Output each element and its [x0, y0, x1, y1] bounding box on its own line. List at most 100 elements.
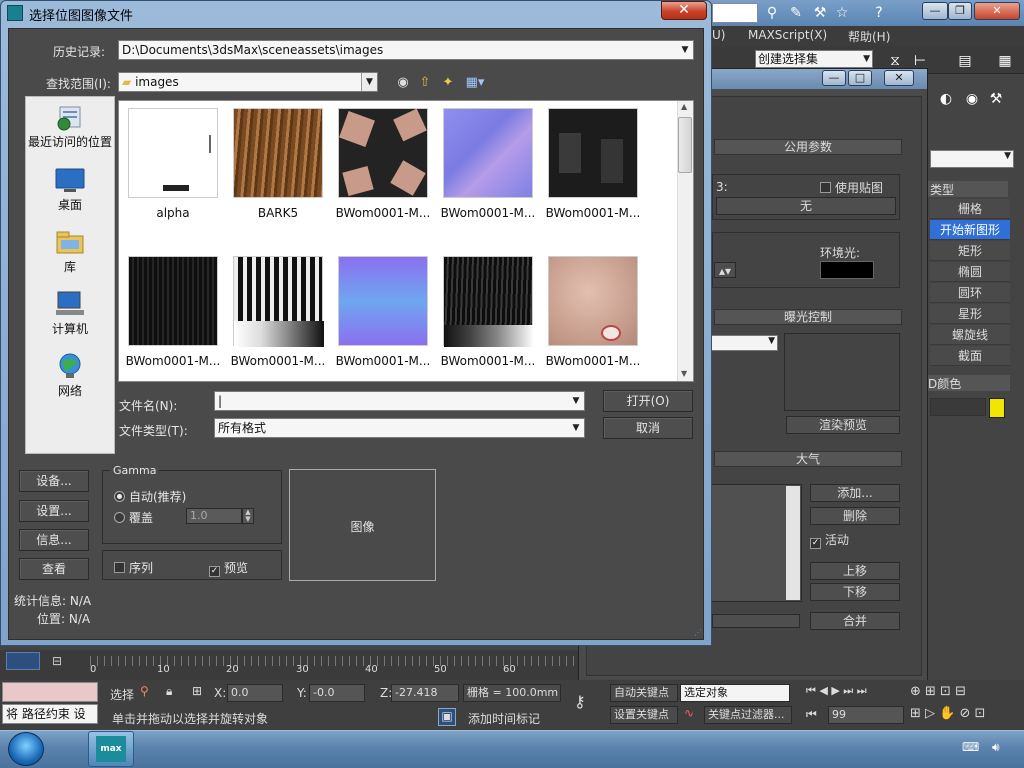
cmd-item-grid[interactable]: 栅格: [930, 199, 1010, 219]
cmd-item-ellipse[interactable]: 椭圆: [930, 262, 1010, 282]
layer-manager-icon[interactable]: ▤: [955, 52, 975, 70]
file-thumbnail[interactable]: [128, 108, 218, 198]
exposure-type-dropdown[interactable]: ▼: [710, 335, 778, 351]
atmosphere-merge-button[interactable]: 合并: [810, 612, 900, 630]
set-key-button[interactable]: 设置关键点: [610, 706, 678, 724]
resize-grip-icon[interactable]: ⋰: [694, 628, 704, 638]
common-params-rollout[interactable]: 公用参数: [714, 139, 902, 155]
max-restore-button[interactable]: ❐: [948, 2, 972, 20]
file-thumbnail[interactable]: [338, 256, 428, 346]
keyboard-icon[interactable]: ⌨: [962, 740, 979, 754]
lock-icon[interactable]: 🔒︎: [166, 684, 172, 699]
viewport-layout-icon[interactable]: [6, 652, 40, 670]
file-name-label[interactable]: BWom0001-M...: [541, 206, 645, 220]
place-recent[interactable]: 最近访问的位置: [25, 103, 115, 150]
menu-item-help[interactable]: 帮助(H): [848, 28, 890, 45]
z-coord-field[interactable]: -27.418: [391, 684, 459, 702]
key-icon[interactable]: ⚷: [574, 692, 586, 711]
key-filters-button[interactable]: 关键点过滤器...: [704, 706, 792, 724]
spinner-icon[interactable]: ▲ ▼: [242, 508, 254, 524]
atmosphere-move-down-button[interactable]: 下移: [810, 583, 900, 601]
object-name-field[interactable]: [930, 398, 986, 416]
new-folder-icon[interactable]: ✦: [439, 74, 457, 92]
cmd-item-start-new-shape[interactable]: 开始新图形: [930, 220, 1010, 240]
file-name-label[interactable]: BWom0001-M...: [541, 354, 645, 368]
playback-controls[interactable]: ⏮ ◀ ▶ ⏭ ⏭: [806, 684, 867, 698]
view-menu-icon[interactable]: ▦▾: [462, 74, 488, 92]
communication-icon[interactable]: ⚒: [810, 4, 830, 22]
file-list-scroll-thumb[interactable]: [678, 117, 692, 173]
environment-map-button[interactable]: 无: [716, 197, 896, 215]
auto-key-button[interactable]: 自动关键点: [610, 684, 678, 702]
env-minimize-button[interactable]: —: [822, 70, 846, 86]
gamma-auto-radio[interactable]: 自动(推荐): [114, 488, 186, 505]
env-close-button[interactable]: ✕: [884, 70, 914, 86]
display-icon[interactable]: ◐: [936, 90, 956, 108]
cmd-item-helix[interactable]: 螺旋线: [930, 325, 1010, 345]
tint-spinner[interactable]: ▴▾: [714, 262, 736, 278]
time-tag-icon[interactable]: ▣: [438, 708, 456, 726]
history-dropdown[interactable]: D:\Documents\3dsMax\sceneassets\images ▼: [118, 40, 694, 60]
file-thumbnail[interactable]: [128, 256, 218, 346]
max-search-input[interactable]: [712, 3, 758, 23]
atmosphere-name-field[interactable]: [712, 614, 800, 628]
graphite-icon[interactable]: ▦: [995, 52, 1015, 70]
maxscript-listener-mini[interactable]: [2, 682, 98, 702]
help-icon[interactable]: ?: [866, 4, 892, 22]
object-type-rollout-header[interactable]: 类型: [926, 181, 1008, 197]
file-thumbnail[interactable]: [233, 108, 323, 198]
sequence-checkbox[interactable]: 序列: [114, 559, 153, 576]
mini-curve-editor-icon[interactable]: ⊟: [52, 654, 72, 670]
exposure-control-rollout[interactable]: 曝光控制: [714, 309, 902, 325]
file-name-label[interactable]: alpha: [121, 206, 225, 220]
render-preview-button[interactable]: 渲染预览: [786, 416, 900, 434]
place-desktop[interactable]: 桌面: [25, 166, 115, 213]
cmd-item-donut[interactable]: 圆环: [930, 283, 1010, 303]
up-folder-icon[interactable]: ⇧: [416, 74, 434, 92]
place-libraries[interactable]: 库: [25, 228, 115, 275]
file-thumbnail[interactable]: [443, 108, 533, 198]
filename-input[interactable]: | ▼: [214, 391, 585, 411]
viewport-nav-controls[interactable]: ⊕ ⊞ ⊡ ⊟: [910, 684, 966, 699]
atmosphere-add-button[interactable]: 添加...: [810, 484, 900, 502]
add-time-tag-button[interactable]: 添加时间标记: [468, 710, 540, 727]
atmosphere-delete-button[interactable]: 删除: [810, 507, 900, 525]
file-name-label[interactable]: BWom0001-M...: [436, 354, 540, 368]
file-thumbnail[interactable]: [233, 256, 324, 347]
star-icon[interactable]: ☆: [832, 4, 852, 22]
ambient-color-swatch[interactable]: [820, 261, 874, 279]
file-name-label[interactable]: BWom0001-M...: [331, 206, 435, 220]
object-category-dropdown[interactable]: ▼: [930, 150, 1014, 168]
motion-icon[interactable]: ◉: [962, 90, 982, 108]
file-name-label[interactable]: BWom0001-M...: [436, 206, 540, 220]
file-thumbnail[interactable]: [548, 108, 638, 198]
devices-button[interactable]: 设备...: [19, 470, 89, 492]
file-name-label[interactable]: BWom0001-M...: [331, 354, 435, 368]
place-computer[interactable]: 计算机: [25, 290, 115, 337]
atmosphere-move-up-button[interactable]: 上移: [810, 562, 900, 580]
volume-icon[interactable]: 🔊︎: [992, 740, 1000, 755]
back-icon[interactable]: ◉: [394, 74, 412, 92]
menu-item-maxscript[interactable]: MAXScript(X): [748, 28, 827, 42]
scroll-up-icon[interactable]: ▲: [681, 102, 687, 111]
cmd-item-rectangle[interactable]: 矩形: [930, 241, 1010, 261]
named-selection-set-dropdown[interactable]: 创建选择集 ▼: [755, 50, 873, 68]
y-coord-field[interactable]: -0.0: [309, 684, 365, 702]
atmosphere-list-scrollbar[interactable]: [786, 486, 800, 600]
viewport-nav-controls-row2[interactable]: ⊞ ▷ ✋ ⊘ ⊡: [910, 706, 985, 721]
current-frame-field[interactable]: 99: [828, 706, 904, 724]
utilities-icon[interactable]: ⚒: [986, 90, 1006, 108]
curve-icon[interactable]: ∿: [684, 706, 694, 720]
goto-start-icon[interactable]: ⏮: [806, 707, 817, 722]
place-network[interactable]: 网络: [25, 352, 115, 399]
dialog-close-button[interactable]: ✕: [661, 1, 707, 20]
object-color-swatch[interactable]: [989, 398, 1005, 418]
menu-item-partial[interactable]: U): [712, 28, 725, 42]
file-name-label[interactable]: BARK5: [226, 206, 330, 220]
atmosphere-rollout[interactable]: 大气: [714, 451, 902, 467]
name-color-rollout-header[interactable]: D颜色: [926, 375, 1010, 391]
open-button[interactable]: 打开(O): [603, 390, 693, 412]
preview-checkbox[interactable]: ✓ 预览: [209, 559, 248, 577]
maxscript-output-line[interactable]: 将 路径约束 设: [2, 704, 98, 724]
cmd-item-star[interactable]: 星形: [930, 304, 1010, 324]
